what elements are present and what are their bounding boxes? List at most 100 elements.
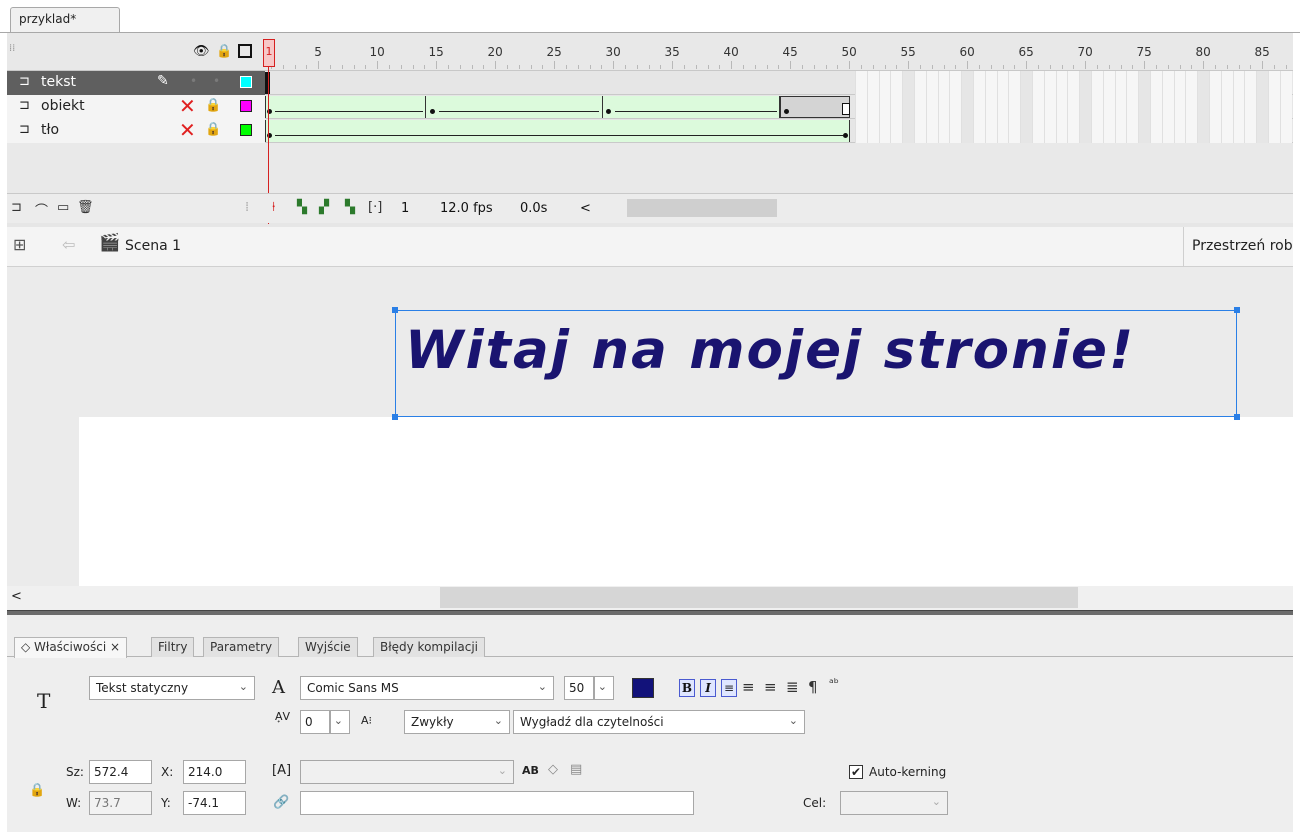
empty-frame[interactable] (1102, 71, 1115, 95)
empty-frame[interactable] (1232, 119, 1245, 143)
grip-icon[interactable]: ⁞⁞ (9, 43, 15, 54)
text-type-select[interactable]: Tekst statyczny ⌄ (89, 676, 255, 700)
empty-frame[interactable] (1173, 95, 1186, 119)
empty-frame[interactable] (1150, 71, 1162, 95)
align-left-button[interactable]: ≡ (721, 679, 737, 697)
layer-color-swatch[interactable] (240, 76, 252, 88)
empty-frame[interactable] (855, 95, 867, 119)
auto-kerning-checkbox[interactable]: ✔ (849, 765, 863, 779)
empty-frame[interactable] (902, 71, 914, 95)
timeline-toggle-icon[interactable]: ⊞ (13, 235, 26, 254)
y-input[interactable]: -74.1 (183, 791, 246, 815)
frame-number[interactable]: 30 (598, 45, 628, 59)
empty-frame[interactable] (925, 71, 938, 95)
lock-icon[interactable]: 🔒 (205, 98, 221, 113)
constrain-lock-icon[interactable]: 🔒 (29, 783, 45, 798)
empty-frame[interactable] (996, 95, 1009, 119)
onion-outline-icon[interactable]: ▞ (319, 200, 329, 215)
empty-frame[interactable] (878, 95, 891, 119)
empty-frame[interactable] (914, 95, 926, 119)
empty-frame[interactable] (1055, 119, 1068, 143)
new-layer-icon[interactable]: ⊐ (11, 200, 22, 215)
antialias-select[interactable]: Wygładź dla czytelności ⌄ (513, 710, 805, 734)
layer-row-tlo[interactable]: ⊐ tło ✕ 🔒 (7, 119, 1293, 143)
empty-frame[interactable] (1232, 95, 1245, 119)
empty-frame[interactable] (1161, 119, 1174, 143)
layer-header-tekst[interactable]: ⊐ tekst ✎ • • (7, 71, 265, 95)
empty-frame[interactable] (914, 71, 926, 95)
empty-frame[interactable] (1244, 119, 1257, 143)
empty-frame[interactable] (1197, 119, 1209, 143)
empty-frame[interactable] (1008, 119, 1021, 143)
tab-output[interactable]: Wyjście (298, 637, 358, 657)
edit-multiple-icon[interactable]: ▚ (345, 200, 355, 215)
empty-frame[interactable] (1209, 95, 1221, 119)
height-input[interactable]: 73.7 (89, 791, 152, 815)
red-x-icon[interactable]: ✕ (179, 95, 196, 117)
keyframe[interactable] (430, 109, 435, 114)
new-folder-icon[interactable]: ▭ (57, 200, 69, 215)
document-tab[interactable]: przyklad* (10, 7, 120, 33)
empty-frame[interactable] (1279, 119, 1292, 143)
empty-frame[interactable] (925, 95, 938, 119)
layer-name[interactable]: tekst (41, 74, 76, 90)
empty-frame[interactable] (855, 119, 867, 143)
end-frame[interactable] (842, 103, 850, 115)
position-select[interactable]: Zwykły ⌄ (404, 710, 510, 734)
tab-filters[interactable]: Filtry (151, 637, 195, 657)
empty-frame[interactable] (1102, 95, 1115, 119)
frame-number[interactable]: 60 (952, 45, 982, 59)
empty-frame[interactable] (961, 71, 973, 95)
motion-tween[interactable] (603, 96, 780, 118)
frame-number[interactable]: 75 (1129, 45, 1159, 59)
trash-icon[interactable]: 🗑 (77, 200, 94, 215)
x-input[interactable]: 214.0 (183, 760, 246, 784)
width-input[interactable]: 572.4 (89, 760, 152, 784)
empty-frame[interactable] (1161, 95, 1174, 119)
empty-frame[interactable] (1043, 95, 1056, 119)
justify-icon[interactable]: ≣ (786, 678, 799, 696)
bold-button[interactable]: B (679, 679, 695, 697)
empty-frame[interactable] (1126, 95, 1139, 119)
empty-frame[interactable] (1244, 71, 1257, 95)
empty-frame[interactable] (1161, 71, 1174, 95)
empty-frame[interactable] (1150, 119, 1162, 143)
empty-frame[interactable] (984, 95, 997, 119)
text-color-swatch[interactable] (632, 678, 654, 698)
frame-number[interactable]: 20 (480, 45, 510, 59)
empty-frame[interactable] (1197, 71, 1209, 95)
empty-frame[interactable] (1150, 95, 1162, 119)
empty-frame[interactable] (1256, 71, 1268, 95)
empty-frame[interactable] (961, 119, 973, 143)
layer-frames-tlo[interactable] (265, 119, 1293, 143)
empty-frame[interactable] (1079, 71, 1091, 95)
empty-frame[interactable] (1173, 71, 1186, 95)
empty-frame[interactable] (1220, 71, 1233, 95)
keyframe[interactable] (843, 133, 848, 138)
frame-number[interactable]: 85 (1247, 45, 1277, 59)
frame-rate[interactable]: 12.0 fps (440, 201, 493, 216)
empty-frame[interactable] (855, 71, 867, 95)
empty-frame[interactable] (890, 119, 903, 143)
empty-frame[interactable] (961, 95, 973, 119)
empty-frame[interactable] (937, 119, 950, 143)
frame-number[interactable]: 5 (303, 45, 333, 59)
scrollbar-thumb[interactable] (440, 587, 1078, 608)
empty-frame[interactable] (1185, 119, 1198, 143)
empty-frame[interactable] (1032, 71, 1044, 95)
empty-frame[interactable] (1126, 71, 1139, 95)
resize-handle[interactable] (1234, 414, 1240, 420)
frame-number[interactable]: 40 (716, 45, 746, 59)
empty-frame[interactable] (1020, 95, 1032, 119)
empty-frame[interactable] (937, 71, 950, 95)
text-direction-icon[interactable]: ᵃᵇ (829, 676, 839, 690)
font-family-select[interactable]: Comic Sans MS ⌄ (300, 676, 554, 700)
empty-frame[interactable] (996, 71, 1009, 95)
empty-frame[interactable] (1279, 95, 1292, 119)
layer-color-swatch[interactable] (240, 100, 252, 112)
empty-frame[interactable] (949, 71, 962, 95)
empty-frame[interactable] (902, 95, 914, 119)
empty-frame[interactable] (1114, 95, 1127, 119)
empty-frame[interactable] (1079, 95, 1091, 119)
empty-frame[interactable] (925, 119, 938, 143)
